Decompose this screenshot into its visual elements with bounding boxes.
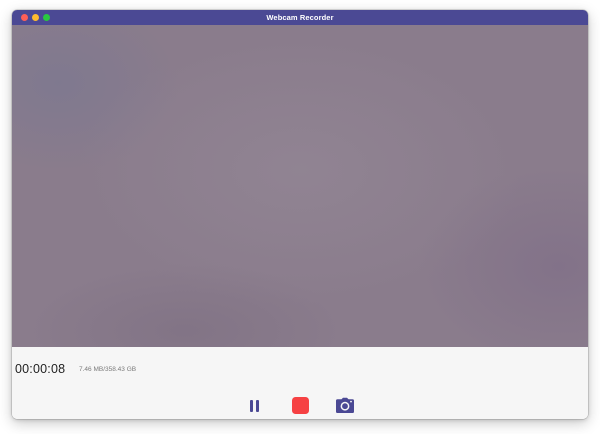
title-bar[interactable]: Webcam Recorder [12,10,588,25]
window-title: Webcam Recorder [266,13,334,22]
app-window: Webcam Recorder 00:00:08 7.46 MB/358.43 … [12,10,588,419]
pause-bar-right [256,399,259,412]
control-bar: 00:00:08 7.46 MB/358.43 GB [12,347,588,419]
pause-icon [249,399,261,412]
recording-timer: 00:00:08 [15,362,66,376]
stop-button[interactable] [292,397,309,414]
snapshot-button[interactable] [335,397,355,414]
storage-usage: 7.46 MB/358.43 GB [79,365,137,373]
webcam-preview [12,25,588,347]
pause-bar-left [250,399,253,412]
camera-icon [336,397,354,413]
pause-button[interactable] [246,397,263,414]
